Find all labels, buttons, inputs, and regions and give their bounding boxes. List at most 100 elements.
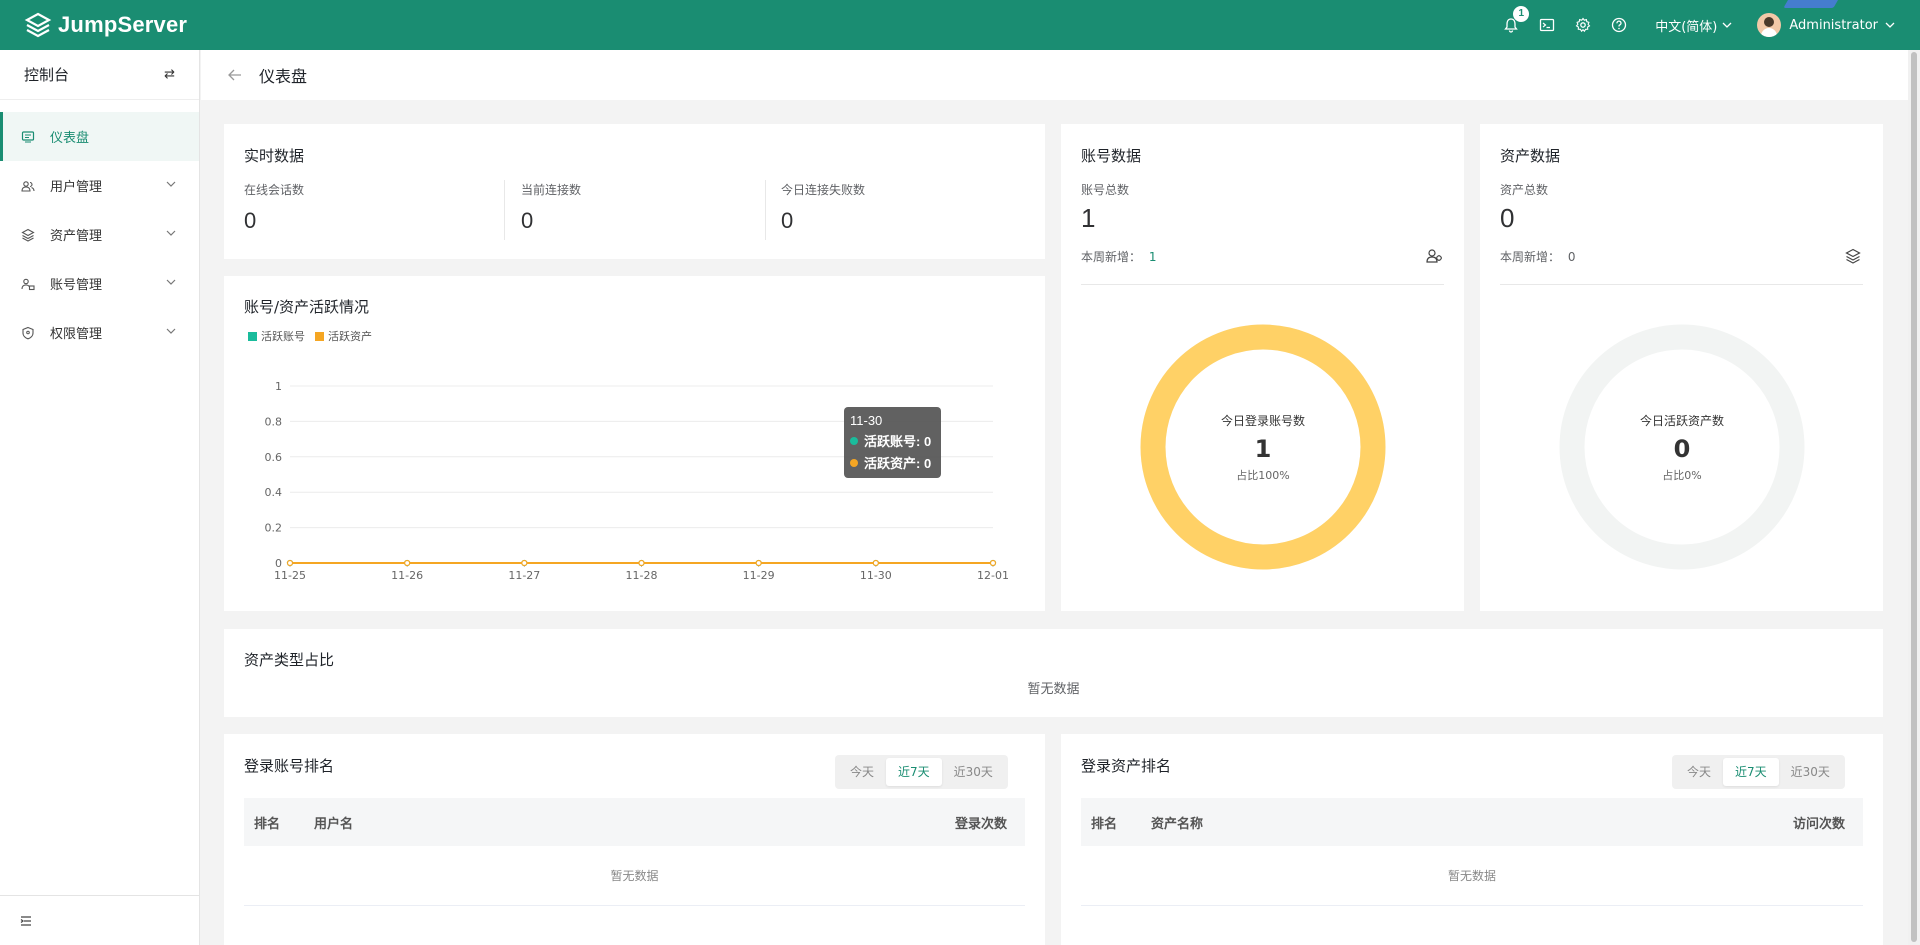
account-icon (20, 276, 36, 292)
switch-view-icon[interactable]: ⇄ (164, 67, 175, 82)
avatar (1757, 13, 1782, 37)
page-scrollbar[interactable] (1908, 50, 1920, 945)
ring-center: 今日活跃资产数 0 占比0% (1552, 317, 1812, 577)
chevron-down-icon (166, 279, 176, 285)
sidebar-item-assets[interactable]: 资产管理 (0, 210, 199, 259)
y-tick-label: 1 (275, 380, 282, 393)
sidebar-item-users[interactable]: 用户管理 (0, 161, 199, 210)
column-header: 访问次数 (1792, 816, 1845, 832)
page-header: 仪表盘 (201, 50, 1908, 100)
notification-button[interactable]: 1 (1493, 6, 1530, 43)
x-tick-label: 11-26 (391, 569, 423, 582)
y-tick-label: 0.2 (265, 522, 283, 535)
total-label: 账号总数 (1081, 183, 1130, 197)
jumpserver-logo-icon (24, 12, 52, 38)
x-tick-label: 12-01 (977, 569, 1009, 582)
sidebar-item-permissions[interactable]: 权限管理 (0, 308, 199, 357)
tab-7-days[interactable]: 近7天 (1723, 758, 1779, 786)
column-header: 登录次数 (954, 816, 1007, 832)
data-point (521, 559, 528, 567)
weekly-new-label: 本周新增： (1081, 250, 1142, 264)
page-title: 仪表盘 (259, 67, 308, 86)
x-tick-label: 11-30 (860, 569, 892, 582)
series-dot (850, 436, 858, 445)
sidebar-header: 控制台 ⇄ (0, 50, 199, 100)
sidebar-item-accounts[interactable]: 账号管理 (0, 259, 199, 308)
asset-data-card: 资产数据 资产总数 0 本周新增： 0 今日活跃资产数 0 占比0% (1480, 124, 1883, 611)
weekly-new: 本周新增： 0 (1500, 248, 1575, 265)
login-account-rank-card: 登录账号排名 今天 近7天 近30天 排名 用户名 登录次数 暂无数据 (224, 734, 1045, 945)
y-tick-label: 0.4 (265, 486, 283, 499)
sidebar-item-dashboard[interactable]: 仪表盘 (0, 112, 199, 161)
top-navbar: JumpServer 1 中文(简体) Administrator (0, 0, 1920, 50)
card-title: 登录资产排名 (1081, 757, 1172, 775)
x-tick-label: 11-28 (626, 569, 658, 582)
total-value: 1 (1081, 203, 1096, 233)
help-button[interactable] (1601, 7, 1637, 43)
tab-7-days[interactable]: 近7天 (886, 758, 942, 786)
chevron-down-icon (166, 181, 176, 187)
stat-value: 0 (244, 208, 257, 233)
y-tick-label: 0.6 (265, 451, 283, 464)
sidebar-collapse-button[interactable] (0, 895, 199, 945)
divider (1081, 284, 1444, 285)
tab-30-days[interactable]: 近30天 (1779, 758, 1842, 786)
divider (1500, 284, 1863, 285)
scrollbar-thumb[interactable] (1911, 52, 1917, 942)
language-selector[interactable]: 中文(简体) (1655, 16, 1733, 35)
sidebar-item-label: 资产管理 (50, 229, 103, 244)
stat-value: 0 (781, 208, 794, 233)
sidebar-item-label: 仪表盘 (50, 131, 90, 146)
chevron-down-icon (1885, 22, 1895, 28)
web-terminal-button[interactable] (1529, 7, 1565, 43)
ring-percent: 占比100% (1236, 468, 1290, 482)
data-point (638, 559, 645, 567)
tab-30-days[interactable]: 近30天 (942, 758, 1005, 786)
stat-online-sessions: 在线会话数 0 (244, 181, 304, 241)
tooltip-row: 活跃账号: 0 (850, 431, 935, 450)
time-range-tabs: 今天 近7天 近30天 (835, 755, 1008, 789)
stat-failed-connections: 今日连接失败数 0 (781, 181, 865, 241)
back-arrow-icon[interactable] (227, 68, 243, 82)
weekly-new-label: 本周新增： (1500, 250, 1561, 264)
tab-today[interactable]: 今天 (838, 758, 886, 786)
weekly-new: 本周新增： 1 (1081, 248, 1156, 265)
sidebar-title: 控制台 (24, 66, 70, 84)
y-tick-label: 0.8 (265, 415, 283, 428)
column-header: 用户名 (314, 816, 354, 832)
collapse-menu-icon (20, 915, 31, 926)
card-title: 实时数据 (244, 147, 305, 165)
divider (765, 180, 766, 240)
table-header: 排名 用户名 登录次数 (244, 798, 1025, 846)
weekly-new-value: 1 (1148, 250, 1157, 264)
tab-today[interactable]: 今天 (1675, 758, 1723, 786)
sidebar-item-label: 权限管理 (50, 327, 103, 342)
gear-icon (1575, 17, 1591, 33)
time-range-tabs: 今天 近7天 近30天 (1672, 755, 1845, 789)
chevron-down-icon (1722, 22, 1732, 28)
column-header: 排名 (254, 816, 281, 832)
data-point (755, 559, 762, 567)
tooltip-value: 活跃资产: 0 (864, 456, 932, 471)
app-logo[interactable]: JumpServer (24, 11, 187, 39)
username: Administrator (1789, 17, 1878, 33)
divider (504, 180, 505, 240)
users-icon (20, 178, 36, 194)
dashboard-icon (20, 129, 36, 145)
stat-current-connections: 当前连接数 0 (521, 181, 581, 241)
user-menu[interactable]: Administrator (1757, 13, 1896, 37)
table-header: 排名 资产名称 访问次数 (1081, 798, 1863, 846)
shield-icon (20, 325, 36, 341)
table-empty: 暂无数据 (244, 846, 1025, 906)
language-label: 中文(简体) (1655, 19, 1718, 35)
terminal-icon (1540, 18, 1555, 32)
account-data-card: 账号数据 账号总数 1 本周新增： 1 今日登录账号数 1 占比100% (1061, 124, 1464, 611)
chevron-down-icon (166, 328, 176, 334)
tooltip-value: 活跃账号: 0 (864, 434, 932, 449)
weekly-new-value: 0 (1567, 250, 1576, 264)
series-dot (850, 458, 858, 467)
ring-label: 今日活跃资产数 (1639, 413, 1724, 428)
stat-value: 0 (521, 208, 534, 233)
ring-percent: 占比0% (1662, 468, 1702, 482)
settings-button[interactable] (1565, 7, 1601, 43)
